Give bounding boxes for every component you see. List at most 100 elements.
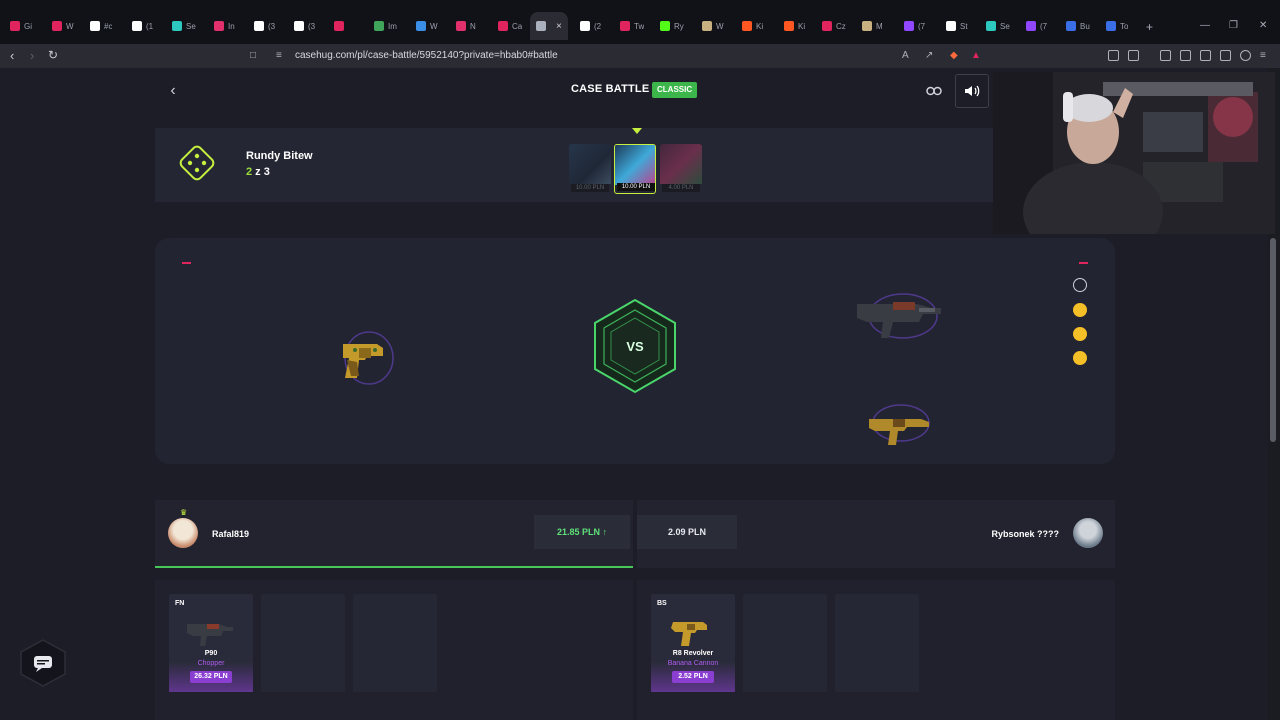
copy-link-icon[interactable] xyxy=(919,76,949,106)
menu-icon[interactable]: ≡ xyxy=(1260,50,1266,61)
tab-label: To xyxy=(1120,21,1129,31)
vpn-icon[interactable] xyxy=(1240,50,1251,61)
tab-label: Se xyxy=(186,21,196,31)
extension-icon[interactable] xyxy=(1108,50,1119,61)
avatar[interactable] xyxy=(1073,518,1103,548)
tab-favicon-icon xyxy=(1066,21,1076,31)
tab-label: In xyxy=(228,21,235,31)
player-1-drops: FN P90 Chopper 26.32 PLN xyxy=(155,580,633,720)
tab-label: (7 xyxy=(1040,21,1048,31)
drop-card[interactable]: BS R8 Revolver Banana Cannon 2.52 PLN xyxy=(651,594,735,692)
tab-favicon-icon xyxy=(294,21,304,31)
tab-label: W xyxy=(66,21,74,31)
browser-tab[interactable]: N xyxy=(456,12,476,40)
browser-tab[interactable]: (2 xyxy=(580,12,601,40)
dice-icon xyxy=(179,145,215,181)
tab-favicon-icon xyxy=(90,21,100,31)
browser-tab[interactable]: Se xyxy=(986,12,1010,40)
browser-tab[interactable]: Gi xyxy=(10,12,32,40)
browser-tab[interactable]: M xyxy=(862,12,883,40)
surprised-face-icon[interactable] xyxy=(1073,351,1087,365)
brave-shield-icon[interactable]: ◆ xyxy=(950,50,958,61)
browser-tab[interactable]: (7 xyxy=(1026,12,1047,40)
browser-tab[interactable]: St xyxy=(946,12,968,40)
back-button[interactable]: ‹ xyxy=(158,76,188,106)
browser-tab[interactable]: In xyxy=(214,12,235,40)
neutral-face-icon[interactable] xyxy=(1073,303,1087,317)
tab-label: Ki xyxy=(756,21,764,31)
sad-face-icon[interactable] xyxy=(1073,327,1087,341)
url-text[interactable]: casehug.com/pl/case-battle/5952140?priva… xyxy=(295,50,558,61)
tab-label: (2 xyxy=(594,21,602,31)
browser-tab[interactable]: (3 xyxy=(254,12,275,40)
tab-label: M xyxy=(876,21,883,31)
browser-tab[interactable]: W xyxy=(416,12,438,40)
minimize-icon[interactable]: — xyxy=(1200,20,1210,31)
browser-tab[interactable]: (1 xyxy=(132,12,153,40)
tab-favicon-icon xyxy=(1106,21,1116,31)
new-tab-button[interactable]: + xyxy=(1146,20,1153,34)
browser-tab[interactable]: W xyxy=(52,12,74,40)
chat-button[interactable] xyxy=(18,638,68,688)
leo-icon[interactable] xyxy=(1220,50,1231,61)
tab-favicon-icon xyxy=(132,21,142,31)
smiley-outline-icon[interactable] xyxy=(1073,278,1087,292)
browser-tab[interactable]: Ki xyxy=(742,12,763,40)
browser-tab[interactable]: Cz xyxy=(822,12,846,40)
browser-tab[interactable]: Se xyxy=(172,12,196,40)
scrollbar-thumb[interactable] xyxy=(1270,238,1276,442)
back-nav-icon[interactable]: ‹ xyxy=(10,48,14,63)
tab-favicon-icon xyxy=(456,21,466,31)
case-round-2[interactable]: 10.00 PLN xyxy=(614,144,656,194)
player-1-indicator xyxy=(182,262,191,264)
wallet-icon[interactable] xyxy=(1200,50,1211,61)
winner-underline xyxy=(155,566,633,568)
case-round-3[interactable]: 4.00 PLN xyxy=(660,144,702,194)
sidebar-icon[interactable] xyxy=(1180,50,1191,61)
tab-favicon-icon xyxy=(660,21,670,31)
rounds-label: Rundy Bitew xyxy=(246,150,313,162)
brave-rewards-icon[interactable]: ▲ xyxy=(971,50,981,61)
site-settings-icon[interactable]: ≡ xyxy=(276,50,282,61)
browser-tab[interactable]: Ry xyxy=(660,12,684,40)
player-2-indicator xyxy=(1079,262,1088,264)
browser-tab[interactable]: #c xyxy=(90,12,112,40)
tab-label: W xyxy=(716,21,724,31)
browser-tab[interactable]: To xyxy=(1106,12,1128,40)
player-2-name[interactable]: Rybsonek ???? xyxy=(991,529,1059,539)
close-tab-icon[interactable]: × xyxy=(556,21,562,32)
browser-tab[interactable]: Ca xyxy=(498,12,522,40)
browser-tab[interactable]: Im xyxy=(374,12,397,40)
close-window-icon[interactable]: ✕ xyxy=(1259,20,1267,31)
tab-label: (3 xyxy=(268,21,276,31)
case-round-1[interactable]: 10.00 PLN xyxy=(569,144,611,194)
tab-label: #c xyxy=(104,21,113,31)
share-icon[interactable]: ↗ xyxy=(925,50,933,61)
browser-tab[interactable]: (7 xyxy=(904,12,925,40)
tab-favicon-icon xyxy=(822,21,832,31)
tab-favicon-icon xyxy=(946,21,956,31)
bookmark-icon[interactable]: □ xyxy=(250,50,256,61)
player-2-drops: BS R8 Revolver Banana Cannon 2.52 PLN xyxy=(637,580,1115,720)
tab-label: St xyxy=(960,21,968,31)
drop-card[interactable]: FN P90 Chopper 26.32 PLN xyxy=(169,594,253,692)
browser-tab[interactable]: W xyxy=(702,12,724,40)
browser-tab[interactable]: × xyxy=(530,12,568,40)
tab-label: Ki xyxy=(798,21,806,31)
tab-label: W xyxy=(430,21,438,31)
browser-tab[interactable]: Tw xyxy=(620,12,644,40)
extension-icon[interactable] xyxy=(1128,50,1139,61)
extension-icon[interactable] xyxy=(1160,50,1171,61)
browser-tab[interactable]: Bu xyxy=(1066,12,1090,40)
sound-toggle-button[interactable] xyxy=(955,74,989,108)
browser-tab[interactable]: Ki xyxy=(784,12,805,40)
reload-icon[interactable]: ↻ xyxy=(48,48,58,62)
p90-skin-image xyxy=(187,624,233,646)
maximize-icon[interactable]: ❐ xyxy=(1229,20,1238,31)
forward-nav-icon[interactable]: › xyxy=(30,48,34,63)
player-1-name[interactable]: Rafal819 xyxy=(212,529,249,539)
browser-tab[interactable]: (3 xyxy=(294,12,315,40)
translate-icon[interactable]: A xyxy=(902,50,909,61)
avatar[interactable] xyxy=(168,518,198,548)
browser-tab[interactable] xyxy=(334,12,348,40)
